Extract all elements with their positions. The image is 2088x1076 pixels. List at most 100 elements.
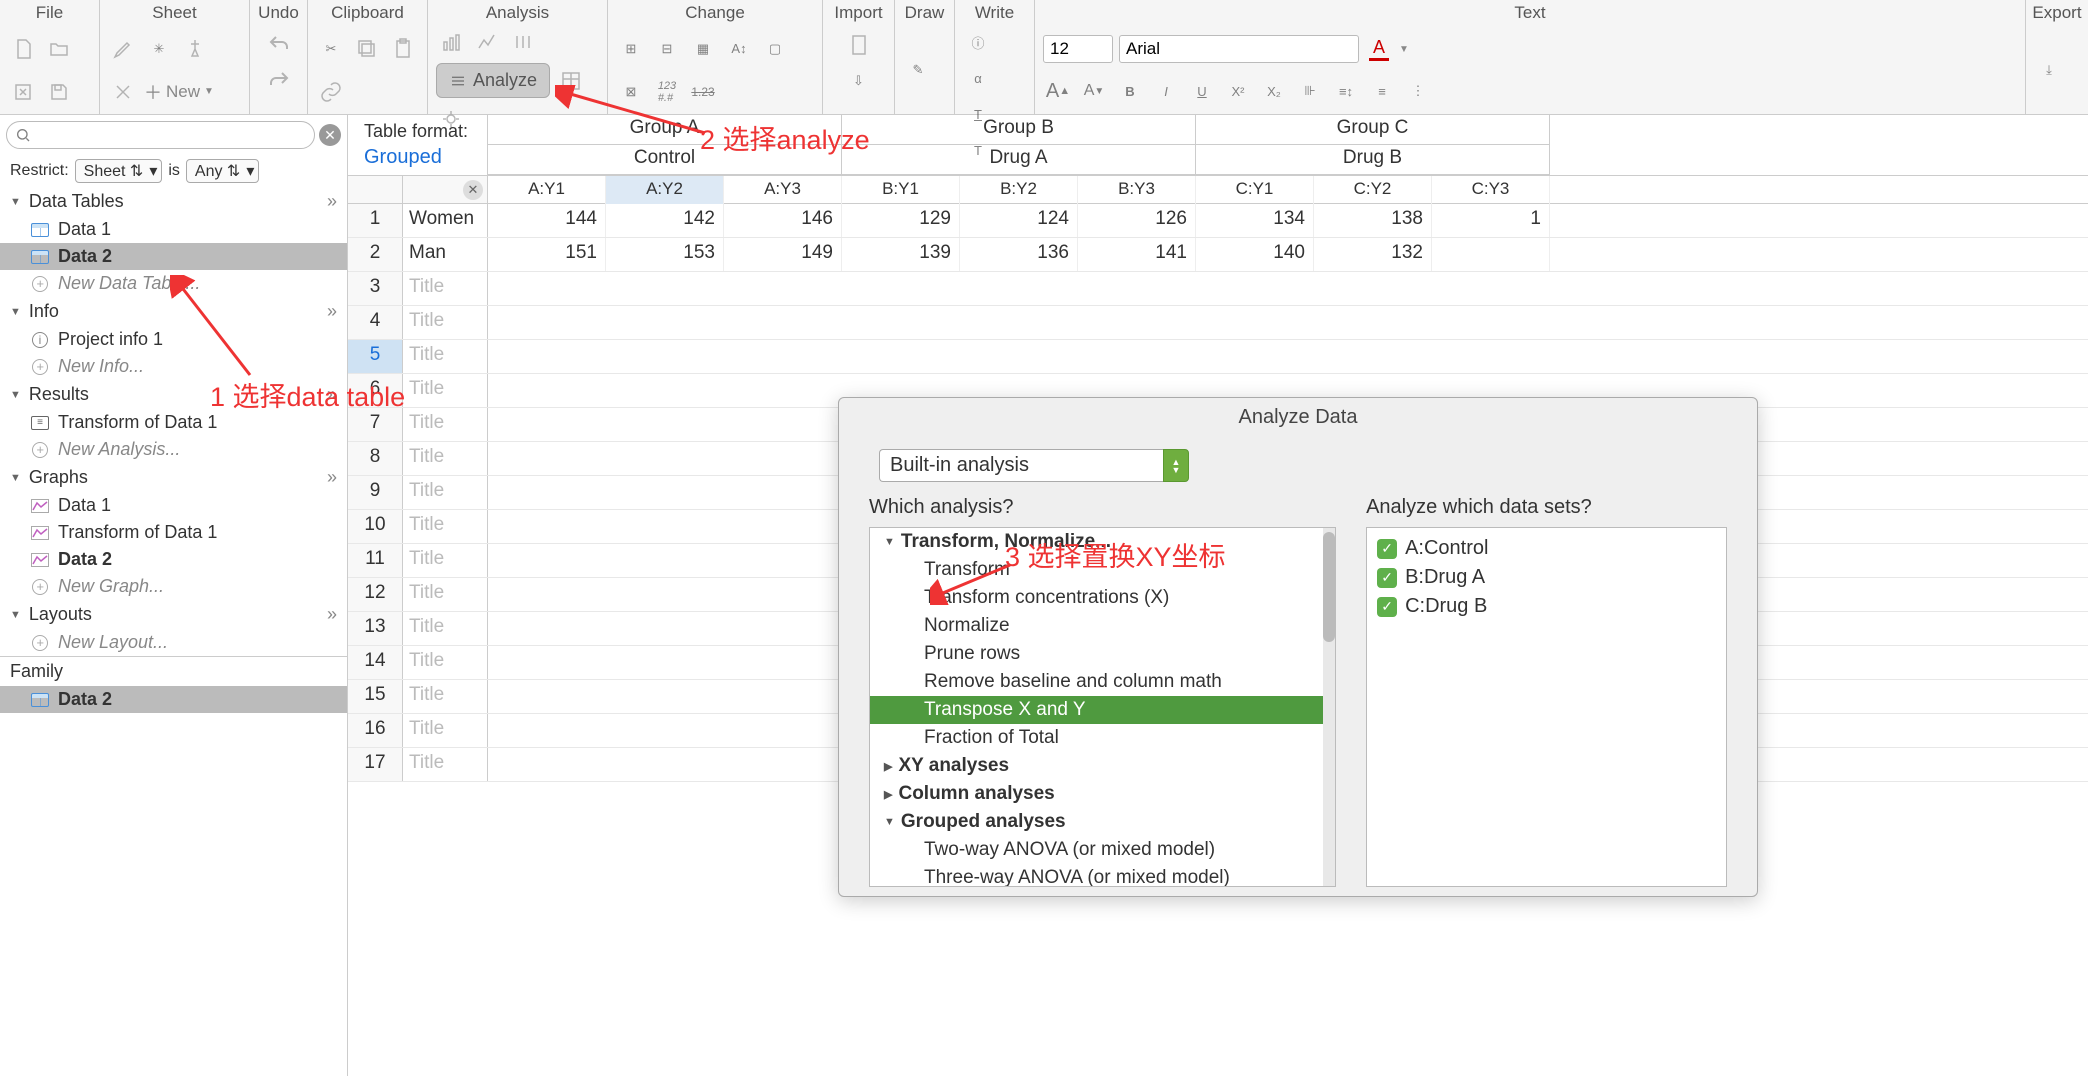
row-number[interactable]: 2 [348, 238, 403, 271]
row-label[interactable]: Man [403, 238, 488, 271]
row-label[interactable]: Title [403, 612, 488, 645]
cell[interactable]: 1 [1432, 204, 1550, 237]
row-number[interactable]: 10 [348, 510, 403, 543]
cell[interactable]: 146 [724, 204, 842, 237]
open-file-icon[interactable] [44, 34, 74, 64]
row-number[interactable]: 1 [348, 204, 403, 237]
nav-item-projectinfo[interactable]: iProject info 1 [0, 326, 347, 353]
underline-icon[interactable]: U [1187, 76, 1217, 106]
row-number[interactable]: 8 [348, 442, 403, 475]
cell[interactable] [1432, 238, 1550, 271]
cell[interactable]: 144 [488, 204, 606, 237]
tree-transpose[interactable]: Transpose X and Y [870, 696, 1335, 724]
super-icon[interactable]: X² [1223, 76, 1253, 106]
redo-icon[interactable] [264, 66, 294, 96]
chg1-icon[interactable]: ⊞ [616, 34, 646, 64]
row-label[interactable]: Title [403, 476, 488, 509]
nav-item-data2[interactable]: Data 2 [0, 243, 347, 270]
nav-results[interactable]: Results» [0, 380, 347, 409]
tree-group-grouped[interactable]: Grouped analyses [870, 808, 1335, 836]
info-icon[interactable]: ⓘ [963, 27, 993, 57]
dataset-a[interactable]: ✓A:Control [1373, 534, 1720, 563]
tree-remove-baseline[interactable]: Remove baseline and column math [870, 668, 1335, 696]
row-label[interactable]: Title [403, 680, 488, 713]
row-label[interactable]: Title [403, 272, 488, 305]
text-color-icon[interactable]: A [1365, 35, 1393, 63]
cell[interactable]: 138 [1314, 204, 1432, 237]
group-sub[interactable]: Drug A [842, 145, 1195, 175]
row-label[interactable]: Title [403, 544, 488, 577]
search-clear-icon[interactable]: ✕ [319, 124, 341, 146]
cell[interactable]: 141 [1078, 238, 1196, 271]
row-number[interactable]: 7 [348, 408, 403, 441]
row-number[interactable]: 12 [348, 578, 403, 611]
lineheight-icon[interactable]: ≡↕ [1331, 76, 1361, 106]
row-number[interactable]: 3 [348, 272, 403, 305]
row-number[interactable]: 9 [348, 476, 403, 509]
dialog-combo-button[interactable]: ▲▼ [1163, 449, 1189, 482]
tree-transform[interactable]: Transform [870, 556, 1335, 584]
cell[interactable]: 151 [488, 238, 606, 271]
row-number[interactable]: 4 [348, 306, 403, 339]
dialog-combo[interactable]: Built-in analysis [879, 449, 1163, 482]
link-icon[interactable] [316, 77, 346, 107]
undo-icon[interactable] [264, 30, 294, 60]
nav-graph-transform[interactable]: Transform of Data 1 [0, 519, 347, 546]
size-down-icon[interactable]: A▼ [1079, 76, 1109, 106]
nav-layouts[interactable]: Layouts» [0, 600, 347, 629]
row-number[interactable]: 5 [348, 340, 403, 373]
group-sub[interactable]: Drug B [1196, 145, 1549, 175]
import-xml-icon[interactable] [844, 30, 874, 60]
close-file-icon[interactable] [8, 77, 38, 107]
nav-data-tables[interactable]: Data Tables» [0, 187, 347, 216]
row-label[interactable]: Title [403, 748, 488, 781]
chg6-icon[interactable]: ⊠ [616, 77, 646, 107]
tree-group-transform[interactable]: Transform, Normalize... [870, 528, 1335, 556]
table-format-link[interactable]: Grouped [364, 146, 442, 169]
new-file-icon[interactable] [8, 34, 38, 64]
analyze-button[interactable]: Analyze [436, 63, 550, 98]
chg3-icon[interactable]: ▦ [688, 34, 718, 64]
nav-new-analysis[interactable]: +New Analysis... [0, 436, 347, 463]
tree-prune[interactable]: Prune rows [870, 640, 1335, 668]
font-size-input[interactable] [1043, 35, 1113, 63]
chart2-icon[interactable] [472, 27, 502, 57]
asterisk-icon[interactable]: ✳ [144, 34, 174, 64]
cell[interactable]: 140 [1196, 238, 1314, 271]
cell[interactable]: 139 [842, 238, 960, 271]
stats-icon[interactable] [508, 27, 538, 57]
nav-new-layout[interactable]: +New Layout... [0, 629, 347, 656]
sub-icon[interactable]: X₂ [1259, 76, 1289, 106]
nav-graph-data1[interactable]: Data 1 [0, 492, 347, 519]
tree-normalize[interactable]: Normalize [870, 612, 1335, 640]
spacing-icon[interactable]: ⊪ [1295, 76, 1325, 106]
highlight-icon[interactable] [108, 34, 138, 64]
cell[interactable]: 136 [960, 238, 1078, 271]
tree-anova2[interactable]: Two-way ANOVA (or mixed model) [870, 836, 1335, 864]
nav-graph-data2[interactable]: Data 2 [0, 546, 347, 573]
tree-anova3[interactable]: Three-way ANOVA (or mixed model) [870, 864, 1335, 887]
search-input[interactable] [6, 121, 315, 149]
dataset-b[interactable]: ✓B:Drug A [1373, 563, 1720, 592]
cell[interactable]: 153 [606, 238, 724, 271]
italic-icon[interactable]: I [1151, 76, 1181, 106]
save-file-icon[interactable] [44, 77, 74, 107]
clear-label-icon[interactable]: ✕ [463, 180, 483, 200]
nav-graphs[interactable]: Graphs» [0, 463, 347, 492]
cell[interactable]: 134 [1196, 204, 1314, 237]
nav-new-graph[interactable]: +New Graph... [0, 573, 347, 600]
row-number[interactable]: 14 [348, 646, 403, 679]
row-number[interactable]: 11 [348, 544, 403, 577]
group-sub[interactable]: Control [488, 145, 841, 175]
restrict-value-select[interactable]: Any ⇅ [186, 159, 259, 183]
row-number[interactable]: 17 [348, 748, 403, 781]
import2-icon[interactable]: ⇩ [844, 66, 874, 96]
tree-fraction[interactable]: Fraction of Total [870, 724, 1335, 752]
tree-transform-conc[interactable]: Transform concentrations (X) [870, 584, 1335, 612]
nav-new-data-table[interactable]: +New Data Table... [0, 270, 347, 297]
draw-icon[interactable]: ✎ [903, 55, 933, 85]
table-icon[interactable] [556, 66, 586, 96]
row-label[interactable]: Title [403, 578, 488, 611]
cut-icon[interactable]: ✂ [316, 34, 346, 64]
row-number[interactable]: 6 [348, 374, 403, 407]
